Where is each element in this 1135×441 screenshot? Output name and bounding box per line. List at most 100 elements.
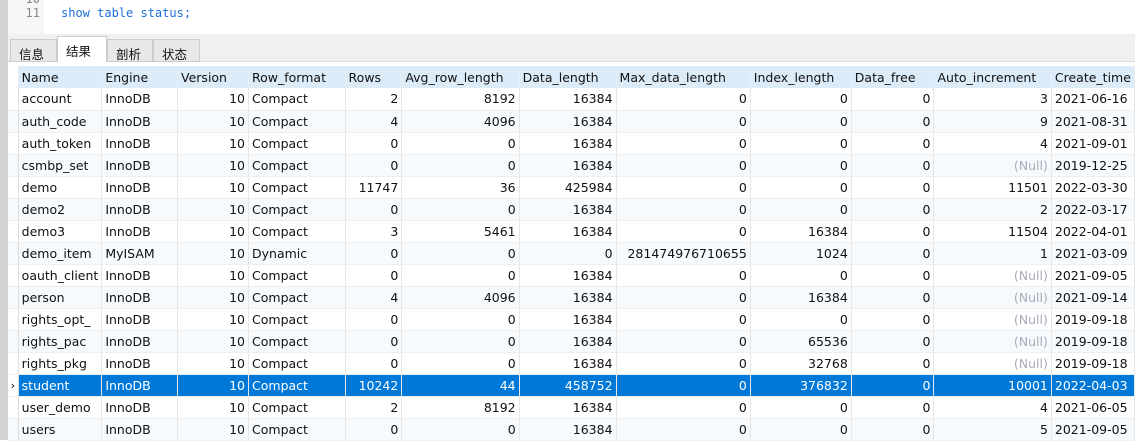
- cell-max-data-length[interactable]: 0: [616, 198, 751, 221]
- cell-engine[interactable]: InnoDB: [101, 220, 179, 243]
- cell-create-time[interactable]: 2021-08-31: [1051, 110, 1135, 133]
- cell-auto-increment[interactable]: (Null): [933, 264, 1052, 287]
- cell-data-length[interactable]: 0: [519, 242, 617, 265]
- cell-max-data-length[interactable]: 0: [616, 220, 751, 243]
- cell-max-data-length[interactable]: 0: [616, 396, 751, 419]
- cell-data-length[interactable]: 16384: [519, 132, 617, 155]
- table-row[interactable]: account InnoDB 10 Compact 2 8192 16384 0 0 0 3 2021…: [8, 88, 1135, 111]
- cell-avg-row-length[interactable]: 0: [401, 154, 520, 177]
- cell-max-data-length[interactable]: 0: [616, 154, 751, 177]
- cell-max-data-length[interactable]: 0: [616, 374, 751, 397]
- column-header-name[interactable]: Name: [18, 66, 103, 88]
- cell-name[interactable]: demo3: [18, 220, 103, 243]
- cell-create-time[interactable]: 2019-09-18: [1051, 352, 1135, 375]
- cell-create-time[interactable]: 2021-09-01: [1051, 132, 1135, 155]
- cell-rows[interactable]: 0: [345, 418, 403, 441]
- cell-auto-increment[interactable]: 1: [933, 242, 1052, 265]
- cell-name[interactable]: demo_item: [18, 242, 103, 265]
- cell-create-time[interactable]: 2021-09-14: [1051, 286, 1135, 309]
- cell-auto-increment[interactable]: (Null): [933, 286, 1052, 309]
- cell-version[interactable]: 10: [177, 110, 250, 133]
- cell-max-data-length[interactable]: 0: [616, 352, 751, 375]
- cell-rows[interactable]: 0: [345, 352, 403, 375]
- cell-row-format[interactable]: Dynamic: [248, 242, 346, 265]
- cell-engine[interactable]: InnoDB: [101, 264, 179, 287]
- cell-avg-row-length[interactable]: 36: [401, 176, 520, 199]
- cell-name[interactable]: users: [18, 418, 103, 441]
- cell-data-free[interactable]: 0: [851, 220, 935, 243]
- cell-data-length[interactable]: 16384: [519, 330, 617, 353]
- cell-index-length[interactable]: 0: [750, 264, 852, 287]
- cell-avg-row-length[interactable]: 0: [401, 132, 520, 155]
- cell-data-free[interactable]: 0: [851, 330, 935, 353]
- cell-version[interactable]: 10: [177, 396, 250, 419]
- cell-name[interactable]: csmbp_set: [18, 154, 103, 177]
- cell-create-time[interactable]: 2022-04-03: [1051, 374, 1135, 397]
- cell-data-length[interactable]: 16384: [519, 154, 617, 177]
- cell-auto-increment[interactable]: (Null): [933, 330, 1052, 353]
- cell-row-format[interactable]: Compact: [248, 418, 346, 441]
- cell-version[interactable]: 10: [177, 352, 250, 375]
- table-row[interactable]: rights_opt_ InnoDB 10 Compact 0 0 16384 0 0 0 (Nul…: [8, 308, 1135, 331]
- cell-avg-row-length[interactable]: 0: [401, 264, 520, 287]
- cell-avg-row-length[interactable]: 0: [401, 308, 520, 331]
- cell-row-format[interactable]: Compact: [248, 264, 346, 287]
- cell-engine[interactable]: InnoDB: [101, 132, 179, 155]
- cell-version[interactable]: 10: [177, 418, 250, 441]
- cell-version[interactable]: 10: [177, 330, 250, 353]
- cell-engine[interactable]: MyISAM: [101, 242, 179, 265]
- cell-data-free[interactable]: 0: [851, 308, 935, 331]
- cell-create-time[interactable]: 2019-09-18: [1051, 308, 1135, 331]
- cell-version[interactable]: 10: [177, 154, 250, 177]
- cell-rows[interactable]: 2: [345, 88, 403, 111]
- table-row[interactable]: users InnoDB 10 Compact 0 0 16384 0 0 0 5 2021-09-0…: [8, 418, 1135, 441]
- cell-index-length[interactable]: 0: [750, 110, 852, 133]
- cell-version[interactable]: 10: [177, 308, 250, 331]
- cell-version[interactable]: 10: [177, 198, 250, 221]
- table-row[interactable]: demo3 InnoDB 10 Compact 3 5461 16384 0 16384 0 115…: [8, 220, 1135, 243]
- cell-data-length[interactable]: 16384: [519, 88, 617, 111]
- tab-status[interactable]: 状态: [153, 39, 200, 62]
- cell-data-length[interactable]: 16384: [519, 308, 617, 331]
- tab-result-1[interactable]: 结果 1: [57, 36, 107, 75]
- cell-data-free[interactable]: 0: [851, 286, 935, 309]
- cell-rows[interactable]: 0: [345, 330, 403, 353]
- column-header-data-free[interactable]: Data_free: [851, 66, 935, 88]
- cell-max-data-length[interactable]: 0: [616, 132, 751, 155]
- cell-avg-row-length[interactable]: 0: [401, 352, 520, 375]
- cell-version[interactable]: 10: [177, 286, 250, 309]
- cell-row-format[interactable]: Compact: [248, 220, 346, 243]
- cell-data-free[interactable]: 0: [851, 396, 935, 419]
- cell-create-time[interactable]: 2021-09-05: [1051, 264, 1135, 287]
- cell-auto-increment[interactable]: 5: [933, 418, 1052, 441]
- cell-index-length[interactable]: 1024: [750, 242, 852, 265]
- table-row[interactable]: demo InnoDB 10 Compact 11747 36 425984 0 0 0 11501…: [8, 176, 1135, 199]
- cell-engine[interactable]: InnoDB: [101, 418, 179, 441]
- table-row[interactable]: demo2 InnoDB 10 Compact 0 0 16384 0 0 0 2 2022-03-1…: [8, 198, 1135, 221]
- cell-data-length[interactable]: 16384: [519, 110, 617, 133]
- cell-create-time[interactable]: 2022-04-01: [1051, 220, 1135, 243]
- tab-info[interactable]: 信息: [10, 39, 57, 62]
- result-grid[interactable]: Name Engine Version Row_format Rows Avg_row_l…: [8, 62, 1135, 441]
- cell-engine[interactable]: InnoDB: [101, 88, 179, 111]
- cell-avg-row-length[interactable]: 0: [401, 242, 520, 265]
- cell-version[interactable]: 10: [177, 374, 250, 397]
- cell-data-free[interactable]: 0: [851, 154, 935, 177]
- cell-max-data-length[interactable]: 0: [616, 286, 751, 309]
- cell-name[interactable]: user_demo: [18, 396, 103, 419]
- cell-rows[interactable]: 4: [345, 110, 403, 133]
- cell-max-data-length[interactable]: 0: [616, 176, 751, 199]
- cell-data-free[interactable]: 0: [851, 374, 935, 397]
- cell-row-format[interactable]: Compact: [248, 110, 346, 133]
- table-row[interactable]: auth_code InnoDB 10 Compact 4 4096 16384 0 0 0 9 20…: [8, 110, 1135, 133]
- cell-version[interactable]: 10: [177, 242, 250, 265]
- column-header-avg-row-length[interactable]: Avg_row_length: [401, 66, 520, 88]
- cell-rows[interactable]: 0: [345, 154, 403, 177]
- cell-max-data-length[interactable]: 281474976710655: [616, 242, 751, 265]
- cell-create-time[interactable]: 2021-09-05: [1051, 418, 1135, 441]
- cell-data-length[interactable]: 16384: [519, 396, 617, 419]
- cell-rows[interactable]: 4: [345, 286, 403, 309]
- cell-auto-increment[interactable]: 11504: [933, 220, 1052, 243]
- sql-editor[interactable]: 10 11 show table status;: [8, 0, 1135, 34]
- cell-data-free[interactable]: 0: [851, 418, 935, 441]
